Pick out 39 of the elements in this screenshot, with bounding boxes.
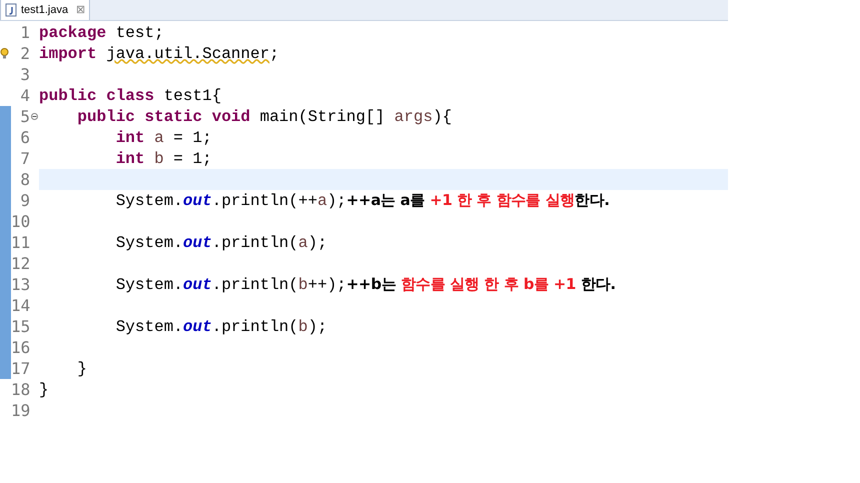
line-number: 7	[19, 150, 30, 166]
tab-title: test1.java	[21, 2, 68, 18]
line-number: 12	[11, 256, 30, 272]
line-number: 11	[11, 234, 30, 250]
line-number: 13	[11, 276, 30, 292]
code-line: System.out.println(b);	[114, 316, 328, 338]
line-number: 10	[11, 214, 30, 230]
code-line: System.out.println(a);	[114, 232, 328, 254]
code-line: public static void main(String[] args){	[76, 106, 452, 128]
line-number: 3	[19, 66, 30, 82]
line-number: 4	[19, 88, 30, 104]
line-number: 8	[19, 172, 30, 188]
code-line: int b = 1;	[114, 148, 212, 170]
close-icon[interactable]: ⊠	[76, 2, 86, 18]
line-number: 9	[19, 192, 30, 208]
line-number: 1	[19, 24, 30, 40]
code-line: public class test1{	[39, 86, 222, 106]
line-number: 18	[11, 382, 30, 398]
line-number: 14	[11, 298, 30, 314]
line-number: 15	[11, 318, 30, 334]
warning-lightbulb-icon[interactable]	[0, 48, 9, 59]
code-line: import java.util.Scanner;	[39, 44, 280, 64]
code-line: }	[76, 358, 88, 380]
annotation-text: ++b는 함수를 실행 한 후 b를 +1 한다.	[346, 274, 616, 296]
line-number: 19	[11, 402, 30, 418]
line-number: 17	[11, 360, 30, 376]
code-line: package test;	[39, 22, 164, 44]
code-line: }	[39, 380, 49, 400]
line-number: 2	[19, 46, 30, 62]
line-number: 6	[19, 130, 30, 146]
editor-tab[interactable]: test1.java ⊠	[0, 0, 90, 20]
line-number: 16	[11, 340, 30, 356]
line-number: 5	[19, 108, 30, 124]
annotation-text: ++a는 a를 +1 한 후 함수를 실행한다.	[346, 190, 610, 212]
java-file-icon	[5, 3, 17, 17]
code-line: System.out.println(++a);	[114, 190, 346, 212]
code-line: System.out.println(b++);	[114, 274, 346, 296]
code-line: int a = 1;	[114, 128, 212, 148]
collapse-icon[interactable]	[31, 113, 38, 120]
